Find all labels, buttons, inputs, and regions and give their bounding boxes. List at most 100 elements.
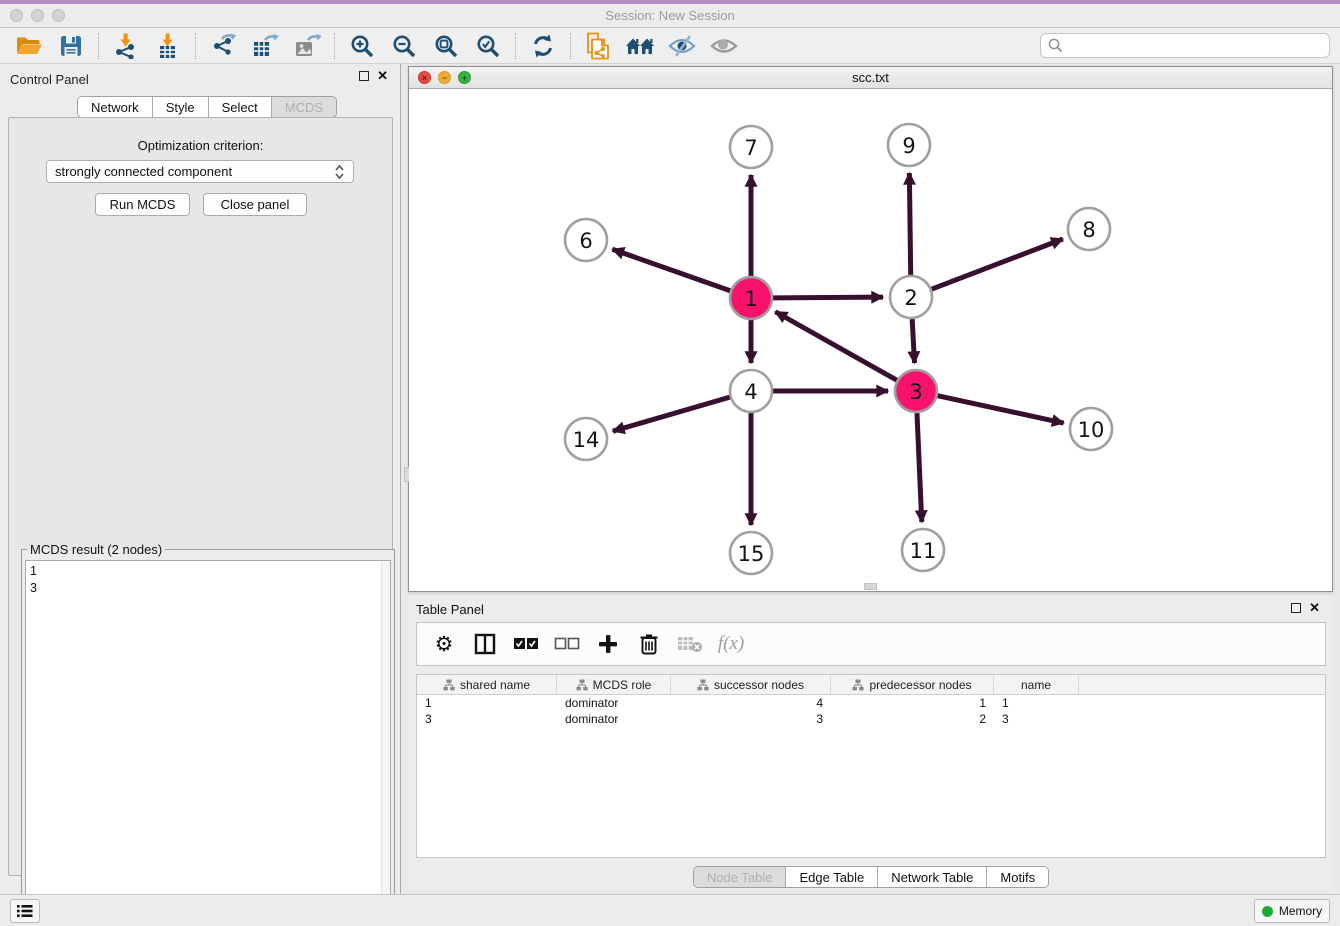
show-columns-button[interactable] <box>468 627 502 661</box>
graph-node-label-6: 6 <box>579 229 592 253</box>
close-table-panel-icon[interactable]: ✕ <box>1309 603 1320 613</box>
mcds-result-group: MCDS result (2 nodes) 1 3 <box>21 542 395 925</box>
status-bar: Memory <box>0 894 1340 926</box>
criterion-dropdown[interactable]: strongly connected component <box>46 160 354 183</box>
deselect-all-button[interactable] <box>550 627 584 661</box>
unchecked-boxes-icon <box>554 637 580 651</box>
trash-icon <box>639 633 659 655</box>
toolbar-separator <box>515 33 516 59</box>
dropdown-stepper-icon <box>334 164 345 180</box>
new-network-from-selection-button[interactable] <box>577 30 619 62</box>
horizontal-splitter-handle[interactable] <box>864 583 877 590</box>
close-panel-icon[interactable]: ✕ <box>377 71 388 81</box>
graph-edge-4-14[interactable] <box>613 397 730 431</box>
graph-node-label-3: 3 <box>909 380 922 404</box>
open-session-button[interactable] <box>8 30 50 62</box>
graph-edge-3-1[interactable] <box>775 312 896 380</box>
zoom-out-button[interactable] <box>383 30 425 62</box>
import-network-button[interactable] <box>105 30 147 62</box>
network-window-titlebar[interactable]: × − + scc.txt <box>409 67 1332 89</box>
tab-node-table[interactable]: Node Table <box>694 867 787 887</box>
close-panel-button[interactable]: Close panel <box>203 193 307 216</box>
graph-edge-3-11[interactable] <box>917 413 922 522</box>
network-window-title: scc.txt <box>409 70 1332 85</box>
save-session-button[interactable] <box>50 30 92 62</box>
control-panel-title: Control Panel <box>10 72 89 87</box>
table-panel-header: Table Panel ✕ <box>408 596 1334 620</box>
toolbar-separator <box>98 33 99 59</box>
graph-node-label-1: 1 <box>744 287 757 311</box>
search-input[interactable] <box>1064 34 1329 57</box>
graph-node-label-14: 14 <box>573 428 600 452</box>
tab-edge-table[interactable]: Edge Table <box>786 867 878 887</box>
float-panel-icon[interactable] <box>359 71 369 81</box>
main-toolbar <box>0 28 1340 64</box>
column-header-name[interactable]: name <box>994 675 1079 694</box>
tab-network[interactable]: Network <box>78 97 153 117</box>
graph-edge-2-9[interactable] <box>909 173 910 275</box>
apply-layout-button[interactable] <box>522 30 564 62</box>
cell-mcds-role[interactable]: dominator <box>557 695 671 711</box>
first-neighbors-button[interactable] <box>619 30 661 62</box>
table-row[interactable]: 3 dominator 3 2 3 <box>417 711 1325 727</box>
column-header-successor-nodes[interactable]: successor nodes <box>671 675 831 694</box>
graph-edge-1-6[interactable] <box>612 249 730 290</box>
search-field[interactable] <box>1040 33 1330 58</box>
cell-shared-name[interactable]: 1 <box>417 695 557 711</box>
graph-node-label-10: 10 <box>1078 418 1105 442</box>
fit-content-button[interactable] <box>425 30 467 62</box>
graph-edge-2-8[interactable] <box>932 239 1063 289</box>
export-network-button[interactable] <box>202 30 244 62</box>
cell-name[interactable]: 1 <box>994 695 1079 711</box>
export-table-button[interactable] <box>244 30 286 62</box>
tab-mcds[interactable]: MCDS <box>272 97 336 117</box>
mcds-result-text[interactable]: 1 3 <box>25 560 391 921</box>
duplicate-network-icon <box>585 32 611 60</box>
run-mcds-button[interactable]: Run MCDS <box>95 193 190 216</box>
zoom-in-button[interactable] <box>341 30 383 62</box>
graph-node-label-11: 11 <box>910 539 937 563</box>
add-column-button[interactable] <box>591 627 625 661</box>
graph-node-label-9: 9 <box>902 134 915 158</box>
network-window: × − + scc.txt 7968124314101511 <box>408 66 1333 592</box>
fit-content-icon <box>433 33 459 59</box>
cell-predecessor-nodes[interactable]: 2 <box>831 711 994 727</box>
tab-motifs[interactable]: Motifs <box>987 867 1048 887</box>
export-image-button[interactable] <box>286 30 328 62</box>
column-header-predecessor-nodes[interactable]: predecessor nodes <box>831 675 994 694</box>
cell-successor-nodes[interactable]: 4 <box>671 695 831 711</box>
graph-edge-1-2[interactable] <box>773 297 883 298</box>
graph-node-label-4: 4 <box>744 380 757 404</box>
tab-network-table[interactable]: Network Table <box>878 867 987 887</box>
cell-mcds-role[interactable]: dominator <box>557 711 671 727</box>
table-tabs: Node Table Edge Table Network Table Moti… <box>408 866 1334 888</box>
cell-shared-name[interactable]: 3 <box>417 711 557 727</box>
cell-name[interactable]: 3 <box>994 711 1079 727</box>
tab-style[interactable]: Style <box>153 97 209 117</box>
hide-selected-button[interactable] <box>661 30 703 62</box>
zoom-selected-button[interactable] <box>467 30 509 62</box>
table-row[interactable]: 1 dominator 4 1 1 <box>417 695 1325 711</box>
column-header-shared-name[interactable]: shared name <box>417 675 557 694</box>
cell-successor-nodes[interactable]: 3 <box>671 711 831 727</box>
control-panel-header: Control Panel ✕ <box>0 64 400 92</box>
graph-edge-3-10[interactable] <box>937 396 1063 423</box>
table-options-button[interactable]: ⚙ <box>427 627 461 661</box>
float-table-panel-icon[interactable] <box>1291 603 1301 613</box>
network-graph[interactable]: 7968124314101511 <box>409 89 1332 591</box>
cell-predecessor-nodes[interactable]: 1 <box>831 695 994 711</box>
tab-select[interactable]: Select <box>209 97 272 117</box>
graph-edge-2-3[interactable] <box>912 319 914 363</box>
show-all-button[interactable] <box>703 30 745 62</box>
memory-button[interactable]: Memory <box>1254 899 1330 923</box>
graph-node-label-7: 7 <box>744 136 757 160</box>
result-scrollbar[interactable] <box>381 561 390 920</box>
select-all-button[interactable] <box>509 627 543 661</box>
apply-function-button[interactable]: f(x) <box>714 627 748 661</box>
column-header-mcds-role[interactable]: MCDS role <box>557 675 671 694</box>
delete-column-button[interactable] <box>632 627 666 661</box>
task-history-button[interactable] <box>10 899 40 923</box>
delete-table-button[interactable] <box>673 627 707 661</box>
control-panel-tabs: Network Style Select MCDS <box>77 96 337 118</box>
import-table-button[interactable] <box>147 30 189 62</box>
